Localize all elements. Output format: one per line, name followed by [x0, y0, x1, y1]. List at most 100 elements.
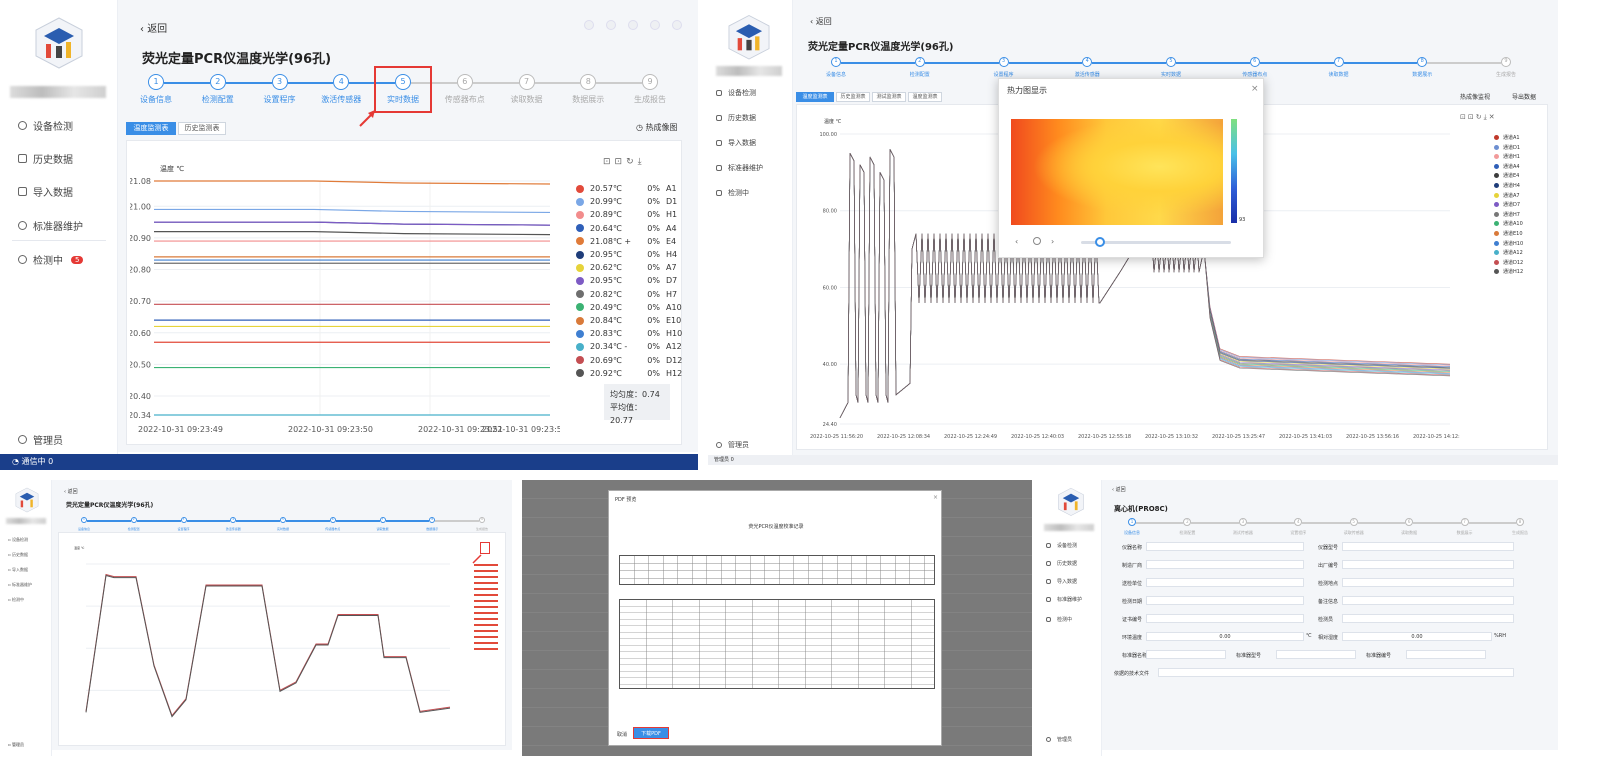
- nav-detecting[interactable]: 检测中: [716, 188, 749, 198]
- tab-test-monitor[interactable]: 测试监测表: [872, 92, 906, 102]
- legend-item[interactable]: 通道H7: [1494, 211, 1520, 218]
- heatmap-button[interactable]: ◷ 热成像图: [636, 122, 678, 133]
- legend-item[interactable]: 通道E4: [1494, 172, 1519, 179]
- minimize-icon[interactable]: [628, 20, 638, 30]
- field-input[interactable]: [1146, 614, 1304, 623]
- nav-history[interactable]: 历史数据: [18, 151, 73, 166]
- tab-history-monitor[interactable]: 历史监测表: [836, 92, 870, 102]
- legend-item-H7[interactable]: 20.82℃ 0% H7: [576, 290, 677, 299]
- step-3[interactable]: 3: [180, 517, 187, 523]
- nav-admin[interactable]: 管理员: [1046, 736, 1072, 743]
- legend-item-H10[interactable]: 20.83℃ 0% H10: [576, 329, 682, 338]
- step-1[interactable]: 1: [1128, 518, 1136, 526]
- legend-item-A4[interactable]: 20.64℃ 0% A4: [576, 224, 677, 233]
- nav-admin[interactable]: 管理员: [716, 440, 749, 450]
- step-2[interactable]: 2: [914, 57, 925, 67]
- step-3[interactable]: 3: [271, 74, 288, 90]
- heatmap-monitor-button[interactable]: 热成像监视: [1460, 92, 1490, 101]
- back-button[interactable]: ‹ 返回: [810, 16, 832, 27]
- legend-item[interactable]: 通道A4: [1494, 163, 1520, 170]
- slider-handle[interactable]: [1095, 237, 1105, 247]
- legend-item[interactable]: 通道D7: [1494, 201, 1520, 208]
- step-3[interactable]: 3: [1238, 518, 1247, 526]
- nav-detecting[interactable]: 检测中: [1046, 616, 1072, 623]
- legend-item[interactable]: 通道D12: [1494, 259, 1523, 266]
- legend-item-A10[interactable]: 20.49℃ 0% A10: [576, 303, 682, 312]
- settings-icon[interactable]: [584, 20, 594, 30]
- back-button[interactable]: ‹ 返回: [64, 488, 78, 495]
- close-icon[interactable]: [672, 20, 682, 30]
- legend-item-D1[interactable]: 20.99℃ 0% D1: [576, 197, 677, 206]
- standard-no-input[interactable]: [1406, 650, 1486, 659]
- tab-temp-monitor[interactable]: 温度监测表: [126, 122, 176, 135]
- legend-item[interactable]: 通道D1: [1494, 144, 1520, 151]
- step-1[interactable]: 1: [148, 74, 164, 90]
- nav-import[interactable]: 导入数据: [716, 138, 756, 148]
- tab-history-monitor[interactable]: 历史监测表: [178, 122, 226, 135]
- legend-item[interactable]: 通道H12: [1494, 268, 1523, 275]
- legend-item[interactable]: 通道A7: [1494, 192, 1520, 199]
- step-5[interactable]: 5: [280, 517, 286, 523]
- field-input[interactable]: [1342, 560, 1514, 569]
- standard-model-input[interactable]: [1276, 650, 1356, 659]
- legend-item-D12[interactable]: 20.69℃ 0% D12: [576, 356, 682, 365]
- field-input[interactable]: [1146, 578, 1304, 587]
- field-input[interactable]: [1146, 596, 1304, 605]
- nav-device-check[interactable]: 设备检测: [1046, 542, 1077, 549]
- field-input[interactable]: [1342, 614, 1514, 623]
- nav-import[interactable]: 导入数据: [1046, 578, 1077, 585]
- next-button[interactable]: ›: [1051, 237, 1054, 246]
- tech-doc-input[interactable]: [1158, 668, 1514, 677]
- field-input[interactable]: [1342, 542, 1514, 551]
- step-9[interactable]: 9: [479, 517, 485, 523]
- legend-item-A1[interactable]: 20.57℃ 0% A1: [576, 184, 677, 193]
- field-input[interactable]: [1146, 560, 1304, 569]
- nav-history[interactable]: 历史数据: [716, 113, 756, 123]
- standard-name-input[interactable]: [1146, 650, 1226, 659]
- legend-item-H4[interactable]: 20.95℃ 0% H4: [576, 250, 677, 259]
- step-6[interactable]: 6: [329, 517, 336, 523]
- nav-list[interactable]: ▫ 设备检测 ▫ 历史数据 ▫ 导入数据 ▫ 标准器维护 ▫ 检测中: [8, 532, 32, 607]
- download-pdf-button[interactable]: 下载PDF: [633, 727, 669, 739]
- restore-icon[interactable]: [650, 20, 660, 30]
- step-7[interactable]: 7: [379, 517, 386, 523]
- close-icon[interactable]: ×: [1251, 84, 1259, 94]
- legend-item[interactable]: 通道A10: [1494, 220, 1523, 227]
- nav-history[interactable]: 历史数据: [1046, 560, 1077, 567]
- tab-temp-monitor[interactable]: 温度监测表: [796, 92, 834, 102]
- nav-detecting[interactable]: 检测中 5: [18, 252, 84, 267]
- nav-admin[interactable]: ▫ 管理员: [8, 742, 24, 748]
- step-1[interactable]: 1: [81, 517, 87, 523]
- legend-item-E4[interactable]: 21.08℃ + 0% E4: [576, 237, 676, 246]
- legend-item[interactable]: 通道H4: [1494, 182, 1520, 189]
- back-button[interactable]: ‹ 返回: [1112, 486, 1126, 493]
- field-input[interactable]: [1146, 542, 1304, 551]
- legend-item[interactable]: 通道A12: [1494, 249, 1523, 256]
- step-5[interactable]: 5: [1166, 57, 1176, 67]
- step-2[interactable]: 2: [209, 74, 226, 90]
- legend-item-A7[interactable]: 20.62℃ 0% A7: [576, 263, 677, 272]
- temp-input[interactable]: 0.00: [1146, 632, 1304, 641]
- phone-icon[interactable]: [606, 20, 616, 30]
- nav-device-check[interactable]: 设备检测: [716, 88, 756, 98]
- nav-standard[interactable]: 标准器维护: [716, 163, 763, 173]
- legend-item-H1[interactable]: 20.89℃ 0% H1: [576, 210, 677, 219]
- step-8[interactable]: 8: [1516, 518, 1524, 526]
- step-9[interactable]: 9: [1501, 57, 1511, 67]
- close-icon[interactable]: ×: [933, 494, 938, 501]
- pause-icon[interactable]: [1033, 237, 1041, 245]
- step-6[interactable]: 6: [456, 74, 473, 90]
- legend-item[interactable]: 通道H1: [1494, 153, 1520, 160]
- tab-temp-monitor-2[interactable]: 温度监测表: [908, 92, 942, 102]
- legend-item[interactable]: 通道A1: [1494, 134, 1520, 141]
- step-2[interactable]: 2: [130, 517, 137, 523]
- step-3[interactable]: 3: [998, 57, 1009, 67]
- cancel-button[interactable]: 取消: [617, 731, 627, 738]
- legend-item[interactable]: 通道E10: [1494, 230, 1523, 237]
- nav-import[interactable]: 导入数据: [18, 184, 73, 199]
- legend-item[interactable]: 通道H10: [1494, 240, 1523, 247]
- step-6[interactable]: 6: [1249, 57, 1260, 67]
- step-7[interactable]: 7: [1333, 57, 1344, 67]
- nav-device-check[interactable]: 设备检测: [18, 118, 73, 133]
- legend-item-H12[interactable]: 20.92℃ 0% H12: [576, 369, 682, 378]
